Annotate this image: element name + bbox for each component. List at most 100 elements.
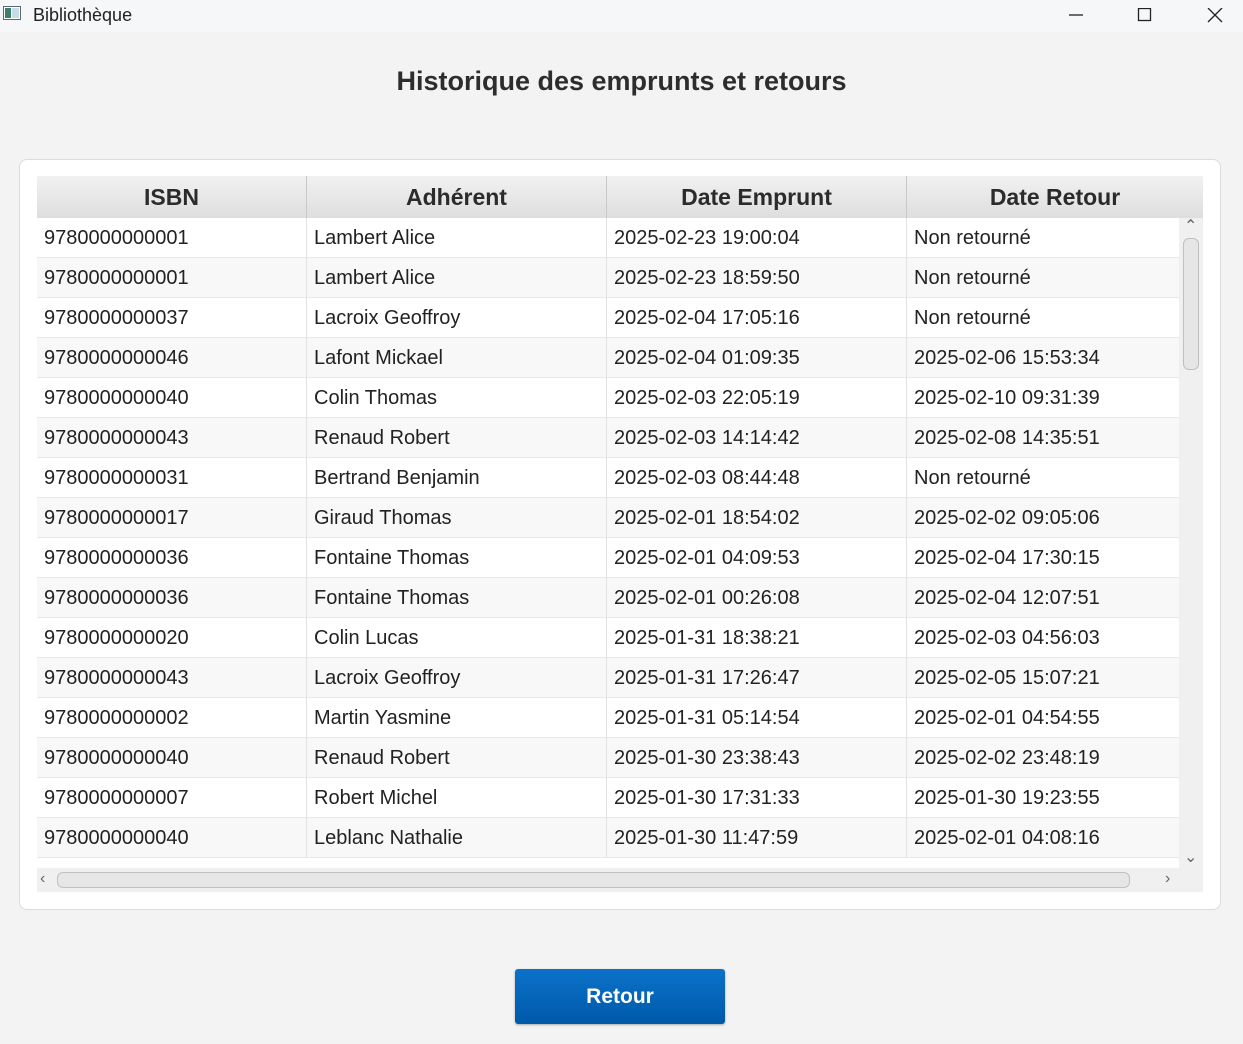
minimize-button[interactable] (1053, 0, 1099, 32)
cell-date-retour: 2025-02-01 04:54:55 (914, 707, 1100, 729)
cell-isbn: 9780000000036 (37, 538, 307, 578)
cell-date-emprunt: 2025-02-03 22:05:19 (607, 378, 907, 418)
app-icon (3, 6, 21, 20)
cell-isbn: 9780000000017 (37, 498, 307, 538)
table-row[interactable]: 9780000000001 Lambert Alice 2025-02-23 18:… (37, 258, 1179, 298)
cell-adherent: Leblanc Nathalie (307, 818, 607, 858)
cell-isbn: 9780000000002 (37, 698, 307, 738)
column-header-date-retour[interactable]: Date Retour (907, 176, 1203, 218)
cell-adherent: Bertrand Benjamin (307, 458, 607, 498)
cell-isbn: 9780000000040 (37, 378, 307, 418)
cell-isbn: 9780000000040 (37, 818, 307, 858)
cell-date-retour: 2025-02-05 15:07:21 (914, 667, 1100, 689)
column-header-adherent[interactable]: Adhérent (307, 176, 607, 218)
table-row[interactable]: 9780000000040 Colin Thomas 2025-02-03 22:0… (37, 378, 1179, 418)
cell-date-retour: 2025-01-30 19:23:55 (914, 787, 1100, 809)
cell-date-retour: 2025-02-01 04:08:16 (914, 827, 1100, 849)
scroll-up-icon[interactable]: ⌃ (1184, 219, 1197, 235)
table-row[interactable]: 9780000000040 Renaud Robert 2025-01-30 23:… (37, 738, 1179, 778)
table-row[interactable]: 9780000000037 Lacroix Geoffroy 2025-02-04 … (37, 298, 1179, 338)
table-row[interactable]: 9780000000036 Fontaine Thomas 2025-02-01 0… (37, 538, 1179, 578)
cell-date-emprunt: 2025-02-03 08:44:48 (607, 458, 907, 498)
table-row[interactable]: 9780000000043 Renaud Robert 2025-02-03 14:… (37, 418, 1179, 458)
cell-isbn: 9780000000001 (37, 218, 307, 258)
horizontal-scrollbar[interactable]: ‹ › (37, 868, 1179, 892)
cell-isbn: 9780000000007 (37, 778, 307, 818)
vertical-scroll-thumb[interactable] (1183, 238, 1199, 370)
cell-adherent: Martin Yasmine (307, 698, 607, 738)
cell-date-retour: 2025-02-03 04:56:03 (914, 627, 1100, 649)
table-row[interactable]: 9780000000001 Lambert Alice 2025-02-23 19:… (37, 218, 1179, 258)
table-row[interactable]: 9780000000007 Robert Michel 2025-01-30 17:… (37, 778, 1179, 818)
cell-date-emprunt: 2025-01-31 18:38:21 (607, 618, 907, 658)
cell-isbn: 9780000000036 (37, 578, 307, 618)
cell-date-retour: 2025-02-02 09:05:06 (914, 507, 1100, 529)
cell-date-retour: 2025-02-04 17:30:15 (914, 547, 1100, 569)
cell-adherent: Fontaine Thomas (307, 538, 607, 578)
vertical-scrollbar[interactable]: ⌃ ⌄ (1179, 218, 1203, 868)
cell-date-emprunt: 2025-02-04 17:05:16 (607, 298, 907, 338)
cell-isbn: 9780000000040 (37, 738, 307, 778)
history-table: ISBN Adhérent Date Emprunt Date Retour 9… (37, 176, 1203, 892)
table-row[interactable]: 9780000000040 Leblanc Nathalie 2025-01-30 … (37, 818, 1179, 858)
cell-date-emprunt: 2025-01-30 11:47:59 (607, 818, 907, 858)
horizontal-scroll-thumb[interactable] (57, 872, 1130, 888)
table-row[interactable]: 9780000000020 Colin Lucas 2025-01-31 18:38… (37, 618, 1179, 658)
window-title: Bibliothèque (33, 5, 133, 25)
cell-date-retour: 2025-02-08 14:35:51 (914, 427, 1100, 449)
minimize-icon (1069, 14, 1083, 16)
cell-isbn: 9780000000043 (37, 418, 307, 458)
scroll-left-icon[interactable]: ‹ (40, 871, 45, 887)
cell-date-emprunt: 2025-02-03 14:14:42 (607, 418, 907, 458)
cell-date-emprunt: 2025-02-23 19:00:04 (607, 218, 907, 258)
cell-date-retour: Non retourné (914, 467, 1031, 489)
cell-adherent: Fontaine Thomas (307, 578, 607, 618)
cell-isbn: 9780000000020 (37, 618, 307, 658)
table-header: ISBN Adhérent Date Emprunt Date Retour (37, 176, 1203, 219)
cell-adherent: Colin Thomas (307, 378, 607, 418)
back-button[interactable]: Retour (515, 969, 725, 1024)
table-row[interactable]: 9780000000036 Fontaine Thomas 2025-02-01 0… (37, 578, 1179, 618)
cell-date-emprunt: 2025-02-01 04:09:53 (607, 538, 907, 578)
cell-adherent: Robert Michel (307, 778, 607, 818)
cell-adherent: Lafont Mickael (307, 338, 607, 378)
table-row[interactable]: 9780000000031 Bertrand Benjamin 2025-02-03… (37, 458, 1179, 498)
scrollbar-corner (1179, 868, 1203, 892)
cell-adherent: Renaud Robert (307, 418, 607, 458)
page-title: Historique des emprunts et retours (396, 66, 847, 96)
cell-date-retour: Non retourné (914, 267, 1031, 289)
cell-isbn: 9780000000043 (37, 658, 307, 698)
cell-date-retour: 2025-02-04 12:07:51 (914, 587, 1100, 609)
cell-adherent: Lambert Alice (307, 218, 607, 258)
cell-date-emprunt: 2025-01-31 17:26:47 (607, 658, 907, 698)
cell-date-emprunt: 2025-02-04 01:09:35 (607, 338, 907, 378)
cell-adherent: Lacroix Geoffroy (307, 298, 607, 338)
cell-adherent: Lacroix Geoffroy (307, 658, 607, 698)
cell-date-emprunt: 2025-01-30 17:31:33 (607, 778, 907, 818)
cell-date-emprunt: 2025-02-01 18:54:02 (607, 498, 907, 538)
cell-date-emprunt: 2025-02-23 18:59:50 (607, 258, 907, 298)
cell-date-emprunt: 2025-02-01 00:26:08 (607, 578, 907, 618)
cell-isbn: 9780000000037 (37, 298, 307, 338)
cell-date-retour: Non retourné (914, 227, 1031, 249)
cell-date-retour: 2025-02-10 09:31:39 (914, 387, 1100, 409)
cell-adherent: Giraud Thomas (307, 498, 607, 538)
scroll-down-icon[interactable]: ⌄ (1184, 850, 1197, 866)
cell-date-retour: Non retourné (914, 307, 1031, 329)
table-row[interactable]: 9780000000002 Martin Yasmine 2025-01-31 05… (37, 698, 1179, 738)
cell-adherent: Colin Lucas (307, 618, 607, 658)
cell-date-retour: 2025-02-06 15:53:34 (914, 347, 1100, 369)
table-row[interactable]: 9780000000046 Lafont Mickael 2025-02-04 01… (37, 338, 1179, 378)
table-body: 9780000000001 Lambert Alice 2025-02-23 19:… (37, 218, 1179, 862)
close-button[interactable] (1192, 0, 1238, 32)
cell-isbn: 9780000000001 (37, 258, 307, 298)
table-row[interactable]: 9780000000043 Lacroix Geoffroy 2025-01-31 … (37, 658, 1179, 698)
maximize-button[interactable] (1122, 0, 1168, 32)
maximize-icon (1137, 8, 1152, 22)
cell-isbn: 9780000000046 (37, 338, 307, 378)
window-titlebar: Bibliothèque (0, 0, 1243, 32)
column-header-isbn[interactable]: ISBN (37, 176, 307, 218)
column-header-date-emprunt[interactable]: Date Emprunt (607, 176, 907, 218)
table-row[interactable]: 9780000000017 Giraud Thomas 2025-02-01 18:… (37, 498, 1179, 538)
scroll-right-icon[interactable]: › (1165, 871, 1170, 887)
